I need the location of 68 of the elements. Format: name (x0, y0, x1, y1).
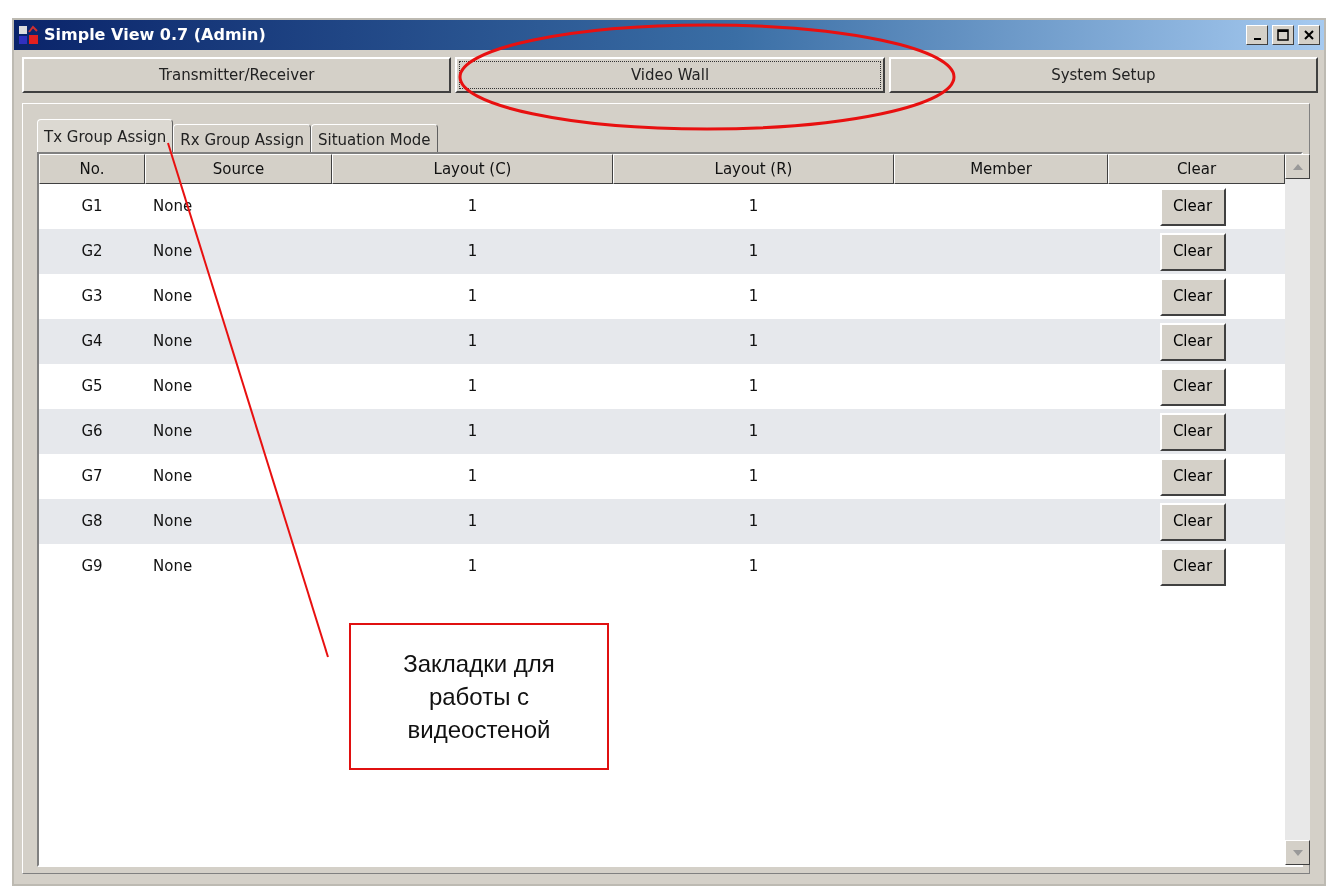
minimize-button[interactable] (1246, 25, 1268, 45)
clear-button[interactable]: Clear (1159, 412, 1226, 451)
table-cell-text: 1 (466, 421, 479, 443)
column-header[interactable]: Layout (R) (613, 154, 894, 184)
scroll-up-icon[interactable] (1285, 154, 1310, 179)
table-cell-text: 1 (466, 511, 479, 533)
table-cell-text: 1 (466, 196, 479, 218)
table-cell-text: None (152, 421, 194, 443)
table-cell-text: 1 (747, 241, 760, 263)
table-cell-text: G1 (80, 196, 104, 218)
clear-button[interactable]: Clear (1159, 367, 1226, 406)
table-cell-text: G3 (80, 286, 104, 308)
section-button[interactable]: Transmitter/Receiver (22, 57, 452, 93)
table-cell-text: 1 (466, 556, 479, 578)
table-cell-text: 1 (466, 241, 479, 263)
table-cell-text: 1 (466, 331, 479, 353)
column-header[interactable]: Clear (1108, 154, 1285, 184)
table-cell-text: 1 (747, 556, 760, 578)
table-cell-text: 1 (747, 466, 760, 488)
section-button[interactable]: Video Wall (455, 57, 885, 93)
tab[interactable]: Rx Group Assign (173, 124, 311, 152)
table-cell-text: 1 (747, 331, 760, 353)
table-cell-text: G2 (80, 241, 104, 263)
app-logo-icon (18, 24, 40, 46)
close-button[interactable] (1298, 25, 1320, 45)
table-cell-text: G8 (80, 511, 104, 533)
table-cell-text: G4 (80, 331, 104, 353)
clear-button[interactable]: Clear (1159, 457, 1226, 496)
table-cell-text: 1 (747, 286, 760, 308)
column-header[interactable]: No. (39, 154, 145, 184)
clear-button[interactable]: Clear (1159, 232, 1226, 271)
minimize-icon (1253, 38, 1261, 40)
table-cell-text: 1 (466, 286, 479, 308)
column-header[interactable]: Member (894, 154, 1108, 184)
column-header[interactable]: Layout (C) (332, 154, 613, 184)
tab[interactable]: Tx Group Assign (37, 119, 174, 152)
column-header[interactable]: Source (145, 154, 332, 184)
table-cell-text: 1 (747, 421, 760, 443)
table-cell-text: 1 (747, 376, 760, 398)
table-cell-text: None (152, 466, 194, 488)
table-cell-text: G6 (80, 421, 104, 443)
clear-button[interactable]: Clear (1159, 502, 1226, 541)
section-button[interactable]: System Setup (888, 57, 1318, 93)
table-cell-text: 1 (466, 376, 479, 398)
table-cell-text: 1 (747, 196, 760, 218)
table-cell-text: G7 (80, 466, 104, 488)
window-title: Simple View 0.7 (Admin) (44, 24, 266, 46)
table-cell-text: 1 (747, 511, 760, 533)
clear-button[interactable]: Clear (1159, 277, 1226, 316)
callout-text: Закладки для работы с видеостеной (402, 648, 556, 746)
table-cell-text: None (152, 331, 194, 353)
table-cell-text: None (152, 556, 194, 578)
table-cell-text: None (152, 376, 194, 398)
scrollbar[interactable] (1285, 154, 1310, 865)
table-cell-text: None (152, 511, 194, 533)
table-cell-text: 1 (466, 466, 479, 488)
clear-button[interactable]: Clear (1159, 547, 1226, 586)
maximize-icon (1277, 29, 1289, 41)
scroll-down-icon[interactable] (1285, 840, 1310, 865)
maximize-button[interactable] (1272, 25, 1294, 45)
tab[interactable]: Situation Mode (310, 124, 438, 152)
table-cell-text: G9 (80, 556, 104, 578)
clear-button[interactable]: Clear (1159, 322, 1226, 361)
table-cell-text: None (152, 286, 194, 308)
table-cell-text: G5 (80, 376, 104, 398)
close-icon (1303, 29, 1315, 41)
table-cell-text: None (152, 241, 194, 263)
clear-button[interactable]: Clear (1159, 187, 1226, 226)
